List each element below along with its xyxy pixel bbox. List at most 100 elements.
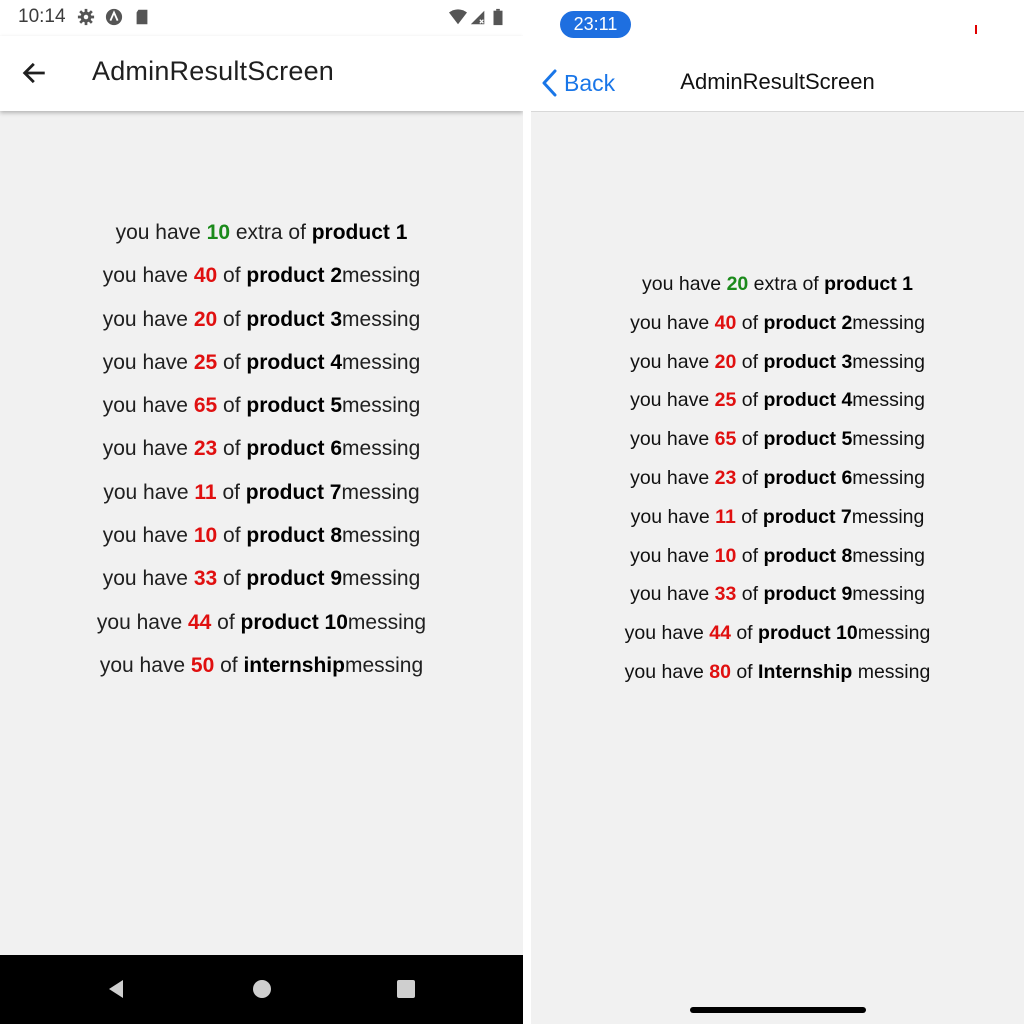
- quantity-value: 20: [193, 307, 218, 331]
- battery-icon: [493, 8, 503, 26]
- line-prefix: you have: [102, 350, 194, 374]
- result-line: you have 25 of product 4messing: [531, 382, 1024, 421]
- product-name: product 10: [240, 610, 348, 634]
- product-name: product 1: [311, 221, 408, 244]
- line-connector: of: [217, 264, 247, 288]
- line-connector: of: [730, 622, 759, 645]
- quantity-value: 11: [715, 505, 736, 528]
- product-name: product 9: [763, 583, 853, 606]
- line-suffix: messing: [342, 524, 421, 548]
- line-prefix: you have: [115, 221, 207, 244]
- android-navigation-bar: [0, 955, 523, 1024]
- result-line: you have 11 of product 7messing: [531, 499, 1024, 538]
- product-name: Internship: [758, 660, 853, 683]
- line-suffix: messing: [857, 622, 931, 645]
- quantity-value: 50: [190, 653, 215, 677]
- product-name: product 7: [245, 480, 342, 504]
- wifi-icon: [449, 9, 467, 25]
- quantity-value: 23: [714, 466, 737, 489]
- quantity-value: 10: [714, 544, 737, 567]
- line-connector: of: [217, 307, 247, 331]
- product-name: product 8: [763, 544, 853, 567]
- line-connector: of: [214, 653, 244, 677]
- result-list: you have 20 extra of product 1 you have 4…: [531, 266, 1024, 693]
- quantity-value: 10: [206, 221, 231, 244]
- line-connector: of: [736, 350, 764, 373]
- quantity-value: 25: [714, 389, 737, 412]
- line-connector: of: [216, 480, 246, 504]
- line-suffix: messing: [342, 567, 421, 591]
- line-prefix: you have: [102, 437, 194, 461]
- line-connector: of: [217, 567, 247, 591]
- line-prefix: you have: [630, 505, 716, 528]
- quantity-value: 25: [193, 350, 218, 374]
- result-line: you have 40 of product 2messing: [531, 305, 1024, 344]
- screen-divider: [523, 0, 531, 1024]
- line-suffix: messing: [852, 544, 925, 567]
- result-line: you have 10 of product 8messing: [531, 538, 1024, 577]
- quantity-value: 65: [193, 394, 218, 418]
- line-connector: of: [217, 437, 247, 461]
- product-name: product 5: [246, 394, 343, 418]
- line-connector: of: [211, 610, 241, 634]
- line-connector: of: [217, 524, 247, 548]
- result-line: you have 44 of product 10messing: [531, 615, 1024, 654]
- quantity-value: 10: [193, 524, 218, 548]
- product-name: product 8: [246, 524, 343, 548]
- line-prefix: you have: [624, 622, 710, 645]
- result-line: you have 23 of product 6messing: [531, 460, 1024, 499]
- result-line: you have 11 of product 7messing: [0, 476, 523, 519]
- line-suffix: messing: [851, 505, 925, 528]
- line-connector: extra of: [748, 273, 825, 295]
- line-suffix: messing: [852, 428, 925, 451]
- android-screen: 10:14 AdminResultScreen you have 10 extr…: [0, 0, 523, 1024]
- product-name: product 4: [763, 389, 853, 412]
- line-suffix: messing: [852, 350, 925, 373]
- result-line: you have 40 of product 2messing: [0, 259, 523, 302]
- nav-back-icon[interactable]: [104, 977, 128, 1001]
- line-suffix: messing: [342, 264, 421, 288]
- result-line: you have 33 of product 9messing: [0, 562, 523, 605]
- quantity-value: 44: [709, 622, 731, 645]
- line-connector: of: [735, 505, 763, 528]
- page-title: AdminResultScreen: [680, 69, 875, 94]
- android-status-bar: 10:14: [0, 0, 523, 36]
- signal-icon: [470, 10, 485, 25]
- gear-icon: [77, 8, 95, 26]
- result-list: you have 10 extra of product 1 you have 4…: [0, 216, 523, 692]
- quantity-value: 40: [714, 311, 737, 334]
- line-prefix: you have: [102, 394, 194, 418]
- product-name: product 4: [246, 350, 343, 374]
- product-name: product 7: [762, 505, 852, 528]
- line-connector: of: [736, 544, 764, 567]
- product-name: product 1: [824, 273, 913, 295]
- line-suffix: messing: [347, 610, 427, 634]
- line-suffix: messing: [342, 307, 421, 331]
- line-suffix: messing: [342, 437, 421, 461]
- nav-recents-icon[interactable]: [394, 977, 418, 1001]
- product-name: product 2: [763, 311, 853, 334]
- result-line: you have 10 extra of product 1: [0, 216, 523, 259]
- quantity-value: 65: [714, 428, 737, 451]
- page-title: AdminResultScreen: [92, 56, 335, 86]
- line-connector: of: [217, 394, 247, 418]
- line-prefix: you have: [630, 544, 715, 567]
- home-indicator[interactable]: [690, 1007, 866, 1013]
- quantity-value: 44: [187, 610, 212, 634]
- status-time: 10:14: [18, 6, 66, 27]
- result-line: you have 80 of Internship messing: [531, 654, 1024, 693]
- product-name: product 9: [246, 567, 343, 591]
- line-connector: of: [217, 350, 247, 374]
- result-line: you have 65 of product 5messing: [531, 421, 1024, 460]
- result-line: you have 44 of product 10messing: [0, 606, 523, 649]
- result-line: you have 65 of product 5messing: [0, 389, 523, 432]
- product-name: product 2: [246, 264, 343, 288]
- result-line: you have 20 of product 3messing: [531, 344, 1024, 383]
- product-name: product 6: [763, 466, 853, 489]
- line-suffix: messing: [344, 653, 424, 677]
- nav-home-icon[interactable]: [250, 977, 274, 1001]
- line-connector: of: [736, 428, 764, 451]
- back-arrow-icon[interactable]: [20, 59, 48, 87]
- line-suffix: messing: [852, 389, 925, 412]
- line-connector: of: [730, 660, 759, 683]
